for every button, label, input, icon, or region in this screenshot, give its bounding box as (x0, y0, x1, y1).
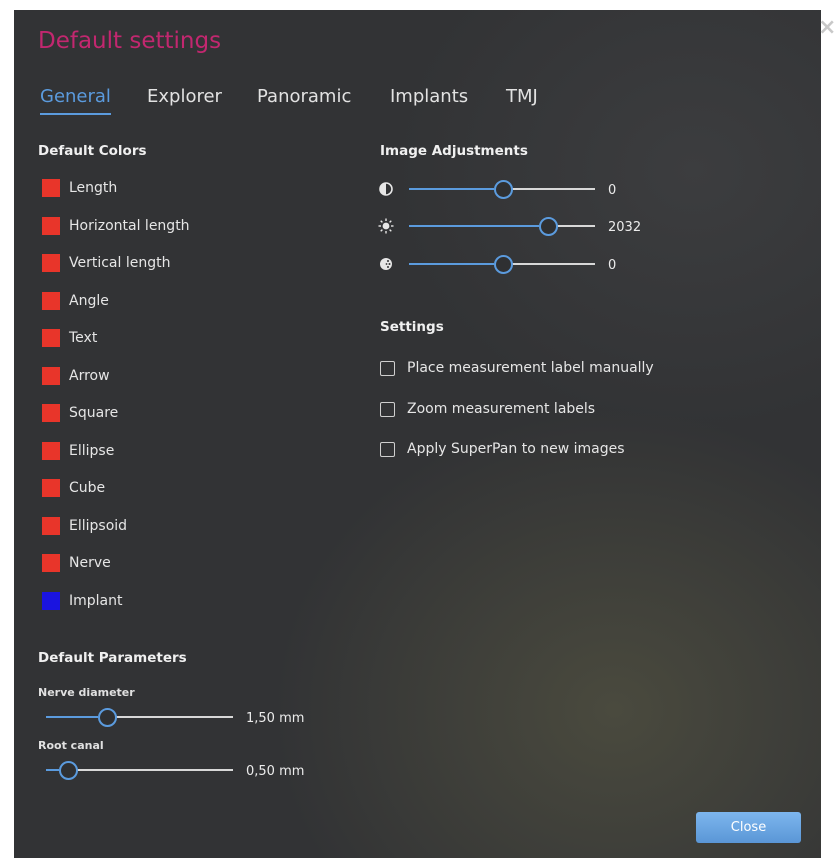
brightness-value: 2032 (608, 220, 642, 235)
brightness-slider[interactable] (409, 216, 595, 236)
nerve-diameter-value: 1,50 mm (246, 711, 305, 726)
tab-implants[interactable]: Implants (390, 86, 468, 107)
color-swatch[interactable] (42, 554, 60, 572)
place-label-manually-option[interactable]: Place measurement label manually (380, 358, 654, 378)
color-swatch[interactable] (42, 516, 60, 535)
default-colors-heading: Default Colors (38, 143, 147, 159)
color-swatch[interactable] (42, 404, 60, 422)
slider-track (511, 188, 595, 190)
default-settings-dialog: Default settings General Explorer Panora… (14, 10, 821, 858)
root-canal-value: 0,50 mm (246, 764, 305, 779)
contrast-slider[interactable] (409, 179, 595, 199)
color-swatch[interactable] (42, 479, 60, 497)
color-label: Arrow (69, 367, 110, 384)
root-canal-label: Root canal (38, 739, 104, 752)
color-row[interactable]: Cube (42, 478, 105, 498)
color-label: Text (69, 330, 98, 346)
color-label: Ellipse (69, 442, 115, 459)
color-label: Ellipsoid (69, 517, 128, 534)
slider-track-filled (409, 263, 494, 265)
default-parameters-heading: Default Parameters (38, 650, 187, 666)
slider-thumb[interactable] (494, 180, 513, 199)
tab-panoramic[interactable]: Panoramic (257, 86, 351, 107)
slider-thumb[interactable] (494, 255, 513, 274)
slider-track (511, 263, 595, 265)
contrast-value: 0 (608, 183, 617, 198)
zoom-measurement-labels-option[interactable]: Zoom measurement labels (380, 399, 595, 419)
slider-thumb[interactable] (59, 761, 78, 780)
contrast-icon (378, 181, 394, 197)
color-row[interactable]: Square (42, 403, 118, 423)
zoom-measurement-labels-label: Zoom measurement labels (407, 401, 596, 417)
color-swatch[interactable] (42, 591, 60, 610)
color-swatch[interactable] (42, 441, 60, 460)
color-swatch[interactable] (42, 179, 60, 197)
slider-track (556, 225, 595, 227)
color-row[interactable]: Arrow (42, 366, 110, 386)
color-label: Nerve (69, 555, 111, 571)
color-row[interactable]: Ellipse (42, 441, 114, 461)
root-canal-slider[interactable] (46, 760, 233, 780)
color-row[interactable]: Nerve (42, 553, 111, 573)
color-row[interactable]: Vertical length (42, 253, 170, 273)
close-button[interactable]: Close (696, 812, 801, 843)
slider-track-filled (409, 188, 494, 190)
brightness-icon (378, 218, 394, 234)
color-row[interactable]: Text (42, 328, 97, 348)
color-row[interactable]: Ellipsoid (42, 516, 127, 536)
apply-superpan-checkbox[interactable] (380, 441, 395, 457)
color-label: Implant (69, 592, 123, 609)
color-row[interactable]: Implant (42, 591, 122, 611)
nerve-diameter-slider[interactable] (46, 707, 233, 727)
color-swatch[interactable] (42, 254, 60, 272)
dialog-title: Default settings (38, 28, 222, 54)
slider-thumb[interactable] (98, 708, 117, 727)
color-label: Square (69, 405, 119, 421)
slider-track-filled (409, 225, 539, 227)
image-adjustments-heading: Image Adjustments (380, 143, 528, 159)
slider-track (115, 716, 233, 718)
gamma-value: 0 (608, 258, 617, 273)
color-label: Vertical length (69, 255, 171, 271)
place-label-manually-checkbox[interactable] (380, 360, 395, 376)
color-swatch[interactable] (42, 366, 60, 385)
color-row[interactable]: Angle (42, 291, 109, 311)
apply-superpan-label: Apply SuperPan to new images (407, 441, 625, 457)
color-swatch[interactable] (42, 291, 60, 310)
color-swatch[interactable] (42, 216, 60, 235)
color-row[interactable]: Horizontal length (42, 216, 190, 236)
color-row[interactable]: Length (42, 178, 117, 198)
slider-track-filled (46, 769, 59, 771)
nerve-diameter-label: Nerve diameter (38, 686, 135, 699)
close-icon[interactable]: × (818, 17, 835, 39)
gamma-slider[interactable] (409, 254, 595, 274)
apply-superpan-option[interactable]: Apply SuperPan to new images (380, 439, 625, 459)
color-label: Cube (69, 480, 106, 496)
place-label-manually-label: Place measurement label manually (407, 360, 654, 376)
color-label: Length (69, 180, 118, 196)
slider-thumb[interactable] (539, 217, 558, 236)
tab-explorer[interactable]: Explorer (147, 86, 222, 107)
slider-track-filled (46, 716, 98, 718)
color-label: Angle (69, 292, 109, 309)
tab-tmj[interactable]: TMJ (506, 86, 538, 107)
slider-track (76, 769, 233, 771)
tab-general[interactable]: General (40, 86, 111, 115)
color-swatch[interactable] (42, 329, 60, 347)
zoom-measurement-labels-checkbox[interactable] (380, 401, 395, 417)
gamma-icon (378, 256, 394, 272)
color-label: Horizontal length (69, 217, 190, 234)
settings-heading: Settings (380, 319, 444, 335)
